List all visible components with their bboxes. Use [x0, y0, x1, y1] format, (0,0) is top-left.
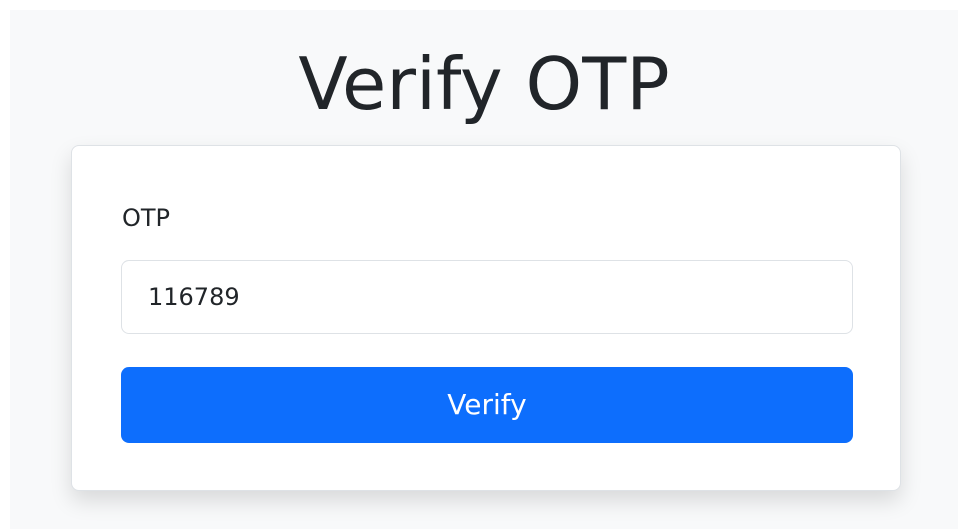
otp-label: OTP	[122, 204, 171, 232]
page-background: Verify OTP OTP Verify	[10, 10, 958, 529]
otp-card: OTP Verify	[71, 145, 901, 491]
page-title: Verify OTP	[298, 42, 670, 126]
otp-input[interactable]	[121, 260, 853, 334]
verify-button[interactable]: Verify	[121, 367, 853, 443]
